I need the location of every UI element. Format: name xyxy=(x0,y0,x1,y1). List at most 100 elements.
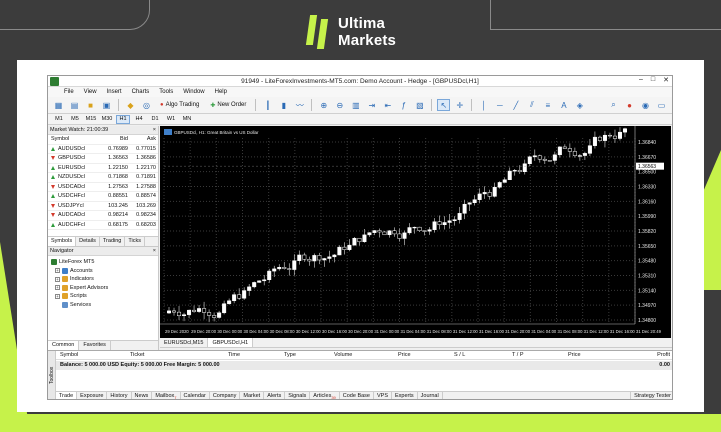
chart-shift-icon[interactable]: ⇤ xyxy=(381,99,394,111)
minimize-button[interactable]: – xyxy=(639,76,643,84)
zoom-in-icon[interactable]: ⊕ xyxy=(317,99,330,111)
navigator-root[interactable]: LiteForex MT5 xyxy=(51,258,158,267)
market-watch-row[interactable]: AUDUSDcl 0.76989 0.77015 xyxy=(48,145,158,154)
chart-canvas[interactable]: 1.36840 1.36670 1.36500 1.36330 1.36160 1.359… xyxy=(160,126,671,338)
timeframe-h1[interactable]: H1 xyxy=(116,114,130,124)
market-watch-row[interactable]: AUDCHFcl 0.68175 0.68203 xyxy=(48,221,158,230)
tab-ticks[interactable]: Ticks xyxy=(125,237,145,246)
zoom-out-icon[interactable]: ⊖ xyxy=(333,99,346,111)
menu-view[interactable]: View xyxy=(84,89,97,95)
tab-calendar[interactable]: Calendar xyxy=(181,392,210,399)
candlestick-icon[interactable]: ▮ xyxy=(277,99,290,111)
expand-icon[interactable]: + xyxy=(55,268,60,274)
market-watch-row[interactable]: AUDCADcl 0.98214 0.98234 xyxy=(48,211,158,221)
tab-signals[interactable]: Signals xyxy=(285,392,311,399)
timeframe-w1[interactable]: W1 xyxy=(164,115,178,124)
line-chart-icon[interactable]: 〰 xyxy=(293,99,306,111)
maximize-button[interactable]: □ xyxy=(651,76,655,84)
vertical-line-icon[interactable]: │ xyxy=(477,99,490,111)
menu-window[interactable]: Window xyxy=(183,89,204,95)
chart-tab-eurusd[interactable]: EURUSDcl,M15 xyxy=(160,338,209,347)
new-chart-icon[interactable]: ▦ xyxy=(52,99,65,111)
shapes-icon[interactable]: ◈ xyxy=(573,99,586,111)
column-current-price[interactable]: Price xyxy=(568,351,581,360)
market-watch-row[interactable]: EURUSDcl 1.22150 1.22170 xyxy=(48,164,158,173)
tab-company[interactable]: Company xyxy=(210,392,241,399)
market-watch-row[interactable]: USDJPYcl 103.245 103.269 xyxy=(48,202,158,211)
tab-articles[interactable]: Articles39 xyxy=(310,392,340,399)
tab-symbols[interactable]: Symbols xyxy=(48,237,77,246)
close-panel-icon[interactable]: × xyxy=(153,247,158,255)
autoscroll-icon[interactable]: ⇥ xyxy=(365,99,378,111)
expand-icon[interactable]: + xyxy=(55,285,60,291)
expand-icon[interactable]: + xyxy=(55,293,60,299)
tab-common[interactable]: Common xyxy=(48,341,80,350)
settings-icon[interactable]: ▭ xyxy=(655,99,668,111)
expand-icon[interactable]: + xyxy=(55,276,60,282)
templates-icon[interactable]: ▧ xyxy=(413,99,426,111)
bar-chart-icon[interactable]: ┃ xyxy=(261,99,274,111)
tab-favorites[interactable]: Favorites xyxy=(79,341,111,350)
strategy-tester-button[interactable]: Strategy Tester xyxy=(630,392,672,399)
column-ask[interactable]: Ask xyxy=(131,136,159,142)
market-watch-row[interactable]: USDCHFcl 0.88551 0.88574 xyxy=(48,192,158,202)
market-watch-row[interactable]: NZDUSDcl 0.71868 0.71891 xyxy=(48,173,158,183)
channel-icon[interactable]: ⫽ xyxy=(525,99,538,111)
column-symbol[interactable]: Symbol xyxy=(48,136,104,142)
signals-icon[interactable]: ● xyxy=(623,99,636,111)
tab-alerts[interactable]: Alerts xyxy=(264,392,286,399)
column-tp[interactable]: T / P xyxy=(512,351,524,360)
chart-tab-gbpusd[interactable]: GBPUSDcl,H1 xyxy=(208,338,254,347)
navigator-icon[interactable]: ◎ xyxy=(140,99,153,111)
menu-help[interactable]: Help xyxy=(215,89,227,95)
column-ticket[interactable]: Ticket xyxy=(130,351,144,360)
profiles-icon[interactable]: ▤ xyxy=(68,99,81,111)
account-icon[interactable]: ◉ xyxy=(639,99,652,111)
menu-tools[interactable]: Tools xyxy=(159,89,173,95)
price-chart[interactable]: 1.36840 1.36670 1.36500 1.36330 1.36160 1.359… xyxy=(160,126,671,338)
data-window-icon[interactable]: ◆ xyxy=(124,99,137,111)
column-bid[interactable]: Bid xyxy=(104,136,131,142)
market-watch-row[interactable]: USDCADcl 1.27563 1.27588 xyxy=(48,183,158,192)
column-volume[interactable]: Volume xyxy=(334,351,352,360)
market-watch-icon[interactable]: ▣ xyxy=(100,99,113,111)
navigator-item-accounts[interactable]: + Accounts xyxy=(51,267,158,276)
tab-mailbox[interactable]: Mailbox7 xyxy=(152,392,181,399)
column-price[interactable]: Price xyxy=(398,351,411,360)
trendline-icon[interactable]: ╱ xyxy=(509,99,522,111)
tab-journal[interactable]: Journal xyxy=(418,392,443,399)
folder-icon[interactable]: ■ xyxy=(84,99,97,111)
column-symbol[interactable]: Symbol xyxy=(60,351,78,360)
algo-trading-button[interactable]: ● Algo Trading xyxy=(156,99,203,111)
column-profit[interactable]: Profit xyxy=(657,351,670,360)
navigator-item-services[interactable]: Services xyxy=(51,301,158,310)
tab-market[interactable]: Market xyxy=(240,392,265,399)
navigator-item-scripts[interactable]: + Scripts xyxy=(51,292,158,301)
navigator-item-indicators[interactable]: + Indicators xyxy=(51,275,158,284)
tab-trading[interactable]: Trading xyxy=(100,237,126,246)
new-order-button[interactable]: ✚ New Order xyxy=(206,99,250,111)
column-type[interactable]: Type xyxy=(284,351,296,360)
menu-insert[interactable]: Insert xyxy=(107,89,122,95)
indicators-icon[interactable]: ƒ xyxy=(397,99,410,111)
fibonacci-icon[interactable]: ≡ xyxy=(541,99,554,111)
text-label-icon[interactable]: A xyxy=(557,99,570,111)
timeframe-m30[interactable]: M30 xyxy=(100,115,114,124)
tab-details[interactable]: Details xyxy=(76,237,100,246)
close-button[interactable]: ✕ xyxy=(663,76,669,84)
crosshair-icon[interactable]: ✛ xyxy=(453,99,466,111)
column-time[interactable]: Time xyxy=(228,351,240,360)
market-watch-row[interactable]: GBPUSDcl 1.36563 1.36586 xyxy=(48,154,158,164)
timeframe-m5[interactable]: M5 xyxy=(68,115,82,124)
tab-trade[interactable]: Trade xyxy=(56,392,78,399)
timeframe-mn[interactable]: MN xyxy=(180,115,194,124)
timeframe-m15[interactable]: M15 xyxy=(84,115,98,124)
navigator-item-expert-advisors[interactable]: + Expert Advisors xyxy=(51,284,158,293)
cursor-icon[interactable]: ↖ xyxy=(437,99,451,111)
search-icon[interactable]: ⌕ xyxy=(607,99,620,111)
tab-exposure[interactable]: Exposure xyxy=(77,392,108,399)
tab-code-base[interactable]: Code Base xyxy=(340,392,374,399)
horizontal-line-icon[interactable]: ─ xyxy=(493,99,506,111)
tab-experts[interactable]: Experts xyxy=(392,392,418,399)
tab-news[interactable]: News xyxy=(132,392,153,399)
